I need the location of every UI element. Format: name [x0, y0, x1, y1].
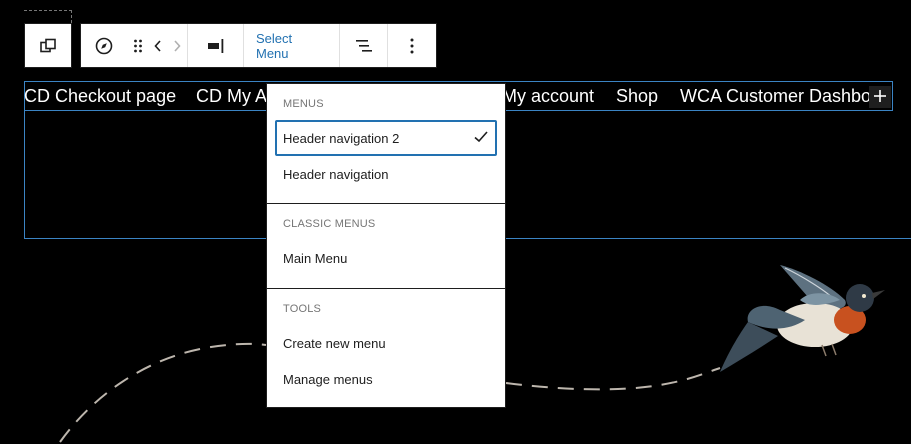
menu-item-label: Create new menu [283, 335, 386, 351]
menus-heading: Menus [283, 98, 324, 110]
classic-menus-group: Classic Menus Main Menu [267, 203, 505, 288]
bird-illustration [720, 265, 885, 372]
tools-group: Tools Create new menu Manage menus [267, 288, 505, 408]
menu-item-header-navigation[interactable]: Header navigation [275, 156, 497, 192]
menu-item-label: Header navigation 2 [283, 130, 400, 146]
menu-item-label: Header navigation [283, 166, 389, 182]
check-icon [473, 130, 489, 147]
menus-group: Menus Header navigation 2 Header navigat… [267, 84, 505, 203]
menu-item-main-menu[interactable]: Main Menu [275, 240, 497, 276]
manage-menus-item[interactable]: Manage menus [275, 361, 497, 397]
menu-item-label: Manage menus [283, 371, 373, 387]
tools-heading: Tools [283, 303, 322, 315]
create-new-menu-item[interactable]: Create new menu [275, 325, 497, 361]
classic-menus-heading: Classic Menus [283, 218, 376, 230]
select-menu-dropdown: Menus Header navigation 2 Header navigat… [266, 83, 506, 408]
menu-item-header-navigation-2[interactable]: Header navigation 2 [275, 120, 497, 156]
menu-item-label: Main Menu [283, 250, 348, 266]
